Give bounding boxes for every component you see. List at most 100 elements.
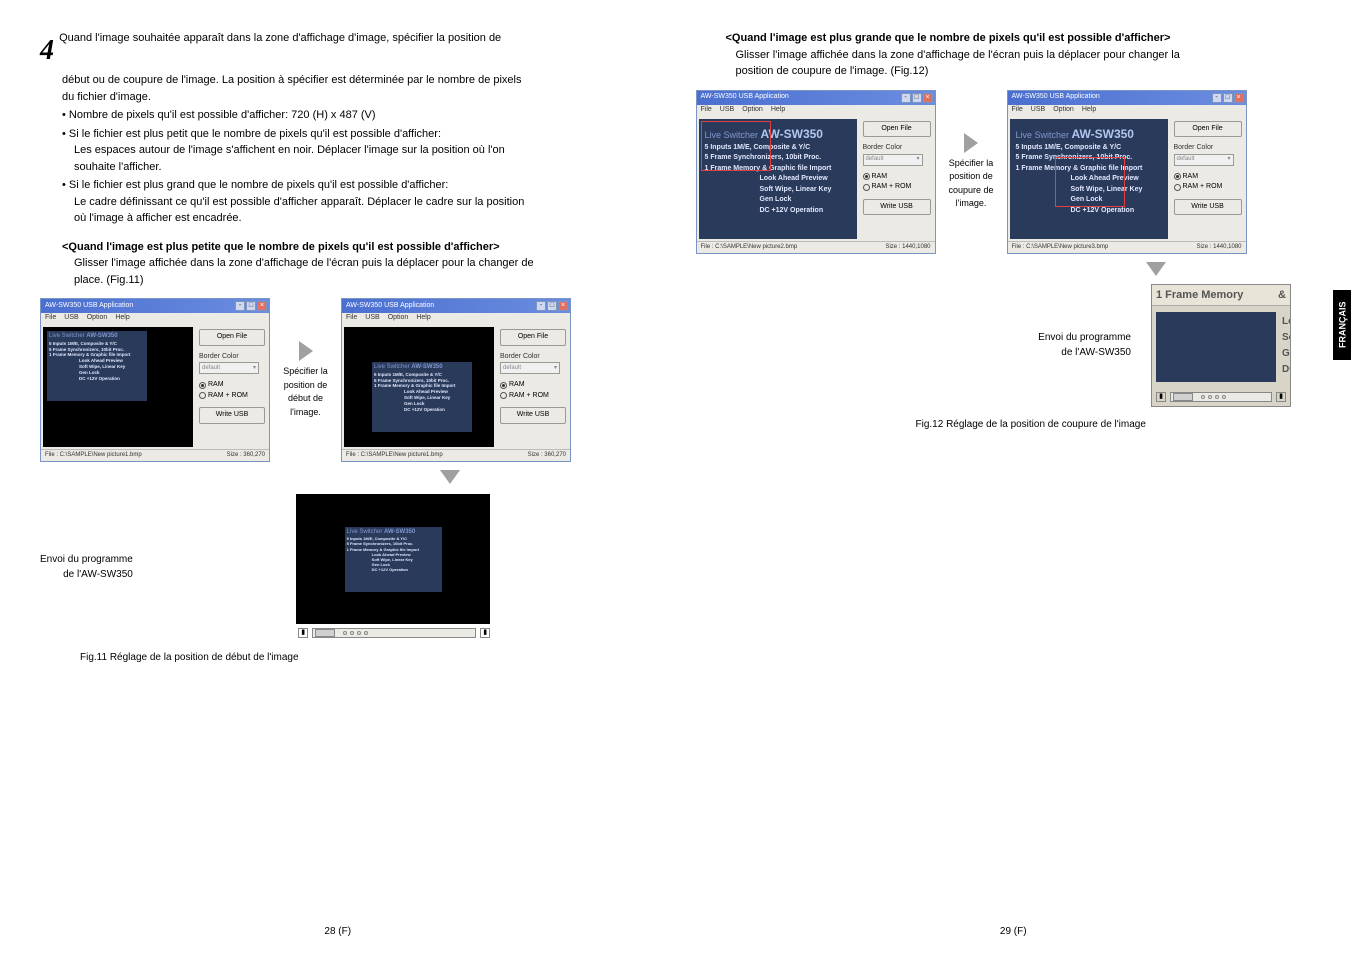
menu-usb[interactable]: USB bbox=[365, 313, 379, 325]
bullet-smaller-l2: souhaite l'afficher. bbox=[74, 159, 636, 176]
case-small-title: <Quand l'image est plus petite que le no… bbox=[62, 239, 636, 256]
h-slider[interactable]: ▮ ▮ bbox=[298, 626, 490, 640]
preview-area[interactable]: Live Switcher AW-SW350 5 Inputs 1M/E, Co… bbox=[699, 119, 857, 239]
slider-left-icon[interactable]: ▮ bbox=[1156, 392, 1166, 402]
menu-file[interactable]: File bbox=[45, 313, 56, 325]
write-usb-button[interactable]: Write USB bbox=[500, 407, 566, 424]
radio-ram[interactable] bbox=[500, 382, 507, 389]
radio-ram[interactable] bbox=[1174, 173, 1181, 180]
radio-ram-rom[interactable] bbox=[1174, 184, 1181, 191]
maximize-icon[interactable]: □ bbox=[547, 301, 557, 311]
arrow-down-wrap bbox=[40, 470, 570, 484]
open-file-button[interactable]: Open File bbox=[863, 121, 931, 138]
slider-left-icon[interactable]: ▮ bbox=[298, 628, 308, 638]
page-number-right: 29 (F) bbox=[676, 924, 1351, 939]
window-body: Live Switcher AW-SW350 5 Inputs 1M/E, Co… bbox=[41, 325, 269, 449]
border-color-select[interactable]: default▾ bbox=[1174, 154, 1234, 166]
menu-option[interactable]: Option bbox=[742, 105, 763, 117]
close-icon[interactable]: × bbox=[558, 301, 568, 311]
promo-l7: DC +12V Operation bbox=[374, 407, 445, 412]
close-icon[interactable]: × bbox=[923, 93, 933, 103]
border-color-select[interactable]: default▾ bbox=[199, 362, 259, 374]
border-color-select[interactable]: default▾ bbox=[500, 362, 560, 374]
close-icon[interactable]: × bbox=[1234, 93, 1244, 103]
slider-right-icon[interactable]: ▮ bbox=[480, 628, 490, 638]
menu-option[interactable]: Option bbox=[87, 313, 108, 325]
menu-help[interactable]: Help bbox=[1082, 105, 1096, 117]
menu-file[interactable]: File bbox=[701, 105, 712, 117]
ramrom-label: RAM + ROM bbox=[1183, 182, 1223, 193]
menu-option[interactable]: Option bbox=[1053, 105, 1074, 117]
loaded-image-moved[interactable]: Live Switcher AW-SW350 5 Inputs 1M/E, Co… bbox=[372, 362, 472, 432]
minimize-icon[interactable]: - bbox=[1212, 93, 1222, 103]
title-bar: AW-SW350 USB Application - □ × bbox=[41, 299, 269, 313]
write-usb-button[interactable]: Write USB bbox=[863, 199, 931, 216]
window-title: AW-SW350 USB Application bbox=[701, 92, 789, 103]
menu-bar: File USB Option Help bbox=[342, 313, 570, 325]
border-color-select[interactable]: default▾ bbox=[863, 154, 923, 166]
menu-option[interactable]: Option bbox=[388, 313, 409, 325]
window-controls: - □ × bbox=[536, 301, 568, 311]
arrow-down-wrap bbox=[716, 262, 1306, 276]
preview-area[interactable]: Live Switcher AW-SW350 5 Inputs 1M/E, Co… bbox=[344, 327, 494, 447]
menu-file[interactable]: File bbox=[346, 313, 357, 325]
open-file-button[interactable]: Open File bbox=[199, 329, 265, 346]
minimize-icon[interactable]: - bbox=[536, 301, 546, 311]
slider-track[interactable] bbox=[312, 628, 476, 638]
write-usb-button[interactable]: Write USB bbox=[199, 407, 265, 424]
page-number-left: 28 (F) bbox=[0, 924, 676, 939]
open-file-button[interactable]: Open File bbox=[500, 329, 566, 346]
side-panel: Open File Border Color default▾ RAM RAM … bbox=[195, 325, 269, 449]
fig12-caption: Fig.12 Réglage de la position de coupure… bbox=[916, 417, 1312, 432]
minimize-icon[interactable]: - bbox=[901, 93, 911, 103]
preview-area[interactable]: Live Switcher AW-SW350 5 Inputs 1M/E, Co… bbox=[43, 327, 193, 447]
crop-frame[interactable] bbox=[701, 121, 771, 171]
open-file-button[interactable]: Open File bbox=[1174, 121, 1242, 138]
app-window-after-large: AW-SW350 USB Application - □ × File USB … bbox=[1007, 90, 1247, 254]
promo-l2: 5 Frame Synchronizers, 10bit Proc. bbox=[374, 378, 449, 383]
menu-usb[interactable]: USB bbox=[720, 105, 734, 117]
menu-help[interactable]: Help bbox=[416, 313, 430, 325]
maximize-icon[interactable]: □ bbox=[912, 93, 922, 103]
menu-file[interactable]: File bbox=[1012, 105, 1023, 117]
side-panel: Open File Border Color default▾ RAM RAM … bbox=[1170, 117, 1246, 241]
step-text-line-1: Quand l'image souhaitée apparaît dans la… bbox=[59, 32, 501, 44]
window-controls: - □ × bbox=[901, 93, 933, 103]
menu-help[interactable]: Help bbox=[115, 313, 129, 325]
minimize-icon[interactable]: - bbox=[235, 301, 245, 311]
ram-label: RAM bbox=[509, 380, 525, 391]
menu-usb[interactable]: USB bbox=[64, 313, 78, 325]
maximize-icon[interactable]: □ bbox=[246, 301, 256, 311]
side-letter-ge: Ge bbox=[1282, 346, 1291, 362]
loaded-image[interactable]: Live Switcher AW-SW350 5 Inputs 1M/E, Co… bbox=[47, 331, 147, 401]
crop-frame-moved[interactable] bbox=[1055, 157, 1125, 207]
preview-area[interactable]: Live Switcher AW-SW350 5 Inputs 1M/E, Co… bbox=[1010, 119, 1168, 239]
maximize-icon[interactable]: □ bbox=[1223, 93, 1233, 103]
slider-thumb[interactable] bbox=[315, 629, 335, 637]
radio-ram[interactable] bbox=[199, 382, 206, 389]
radio-ram[interactable] bbox=[863, 173, 870, 180]
close-icon[interactable]: × bbox=[257, 301, 267, 311]
slider-track[interactable] bbox=[1170, 392, 1272, 402]
menu-help[interactable]: Help bbox=[771, 105, 785, 117]
case-large-title: <Quand l'image est plus grande que le no… bbox=[726, 30, 1312, 47]
promo-l7: DC +12V Operation bbox=[347, 567, 408, 572]
bullet-larger-l2: où l'image à afficher est encadrée. bbox=[74, 210, 636, 227]
radio-ram-rom[interactable] bbox=[500, 392, 507, 399]
write-usb-button[interactable]: Write USB bbox=[1174, 199, 1242, 216]
promo-l1: 5 Inputs 1M/E, Composite & Y/C bbox=[374, 372, 442, 377]
status-size: Size : 360,270 bbox=[227, 451, 265, 460]
radio-ram-rom[interactable] bbox=[199, 392, 206, 399]
slider-thumb[interactable] bbox=[1173, 393, 1193, 401]
radio-ram-rom[interactable] bbox=[863, 184, 870, 191]
menu-usb[interactable]: USB bbox=[1031, 105, 1045, 117]
status-bar: File : C:\SAMPLE\New picture1.bmp Size :… bbox=[342, 449, 570, 461]
slider-right-icon[interactable]: ▮ bbox=[1276, 392, 1286, 402]
ramrom-label: RAM + ROM bbox=[208, 391, 248, 402]
case-large-desc-1: Glisser l'image affichée dans la zone d'… bbox=[736, 47, 1312, 64]
ram-label: RAM bbox=[208, 380, 224, 391]
bullet-smaller-l1: Les espaces autour de l'image s'affichen… bbox=[74, 142, 636, 159]
side-letters: Lo So Ge DC bbox=[1280, 306, 1291, 388]
promo-model: AW-SW350 bbox=[411, 364, 442, 370]
h-slider[interactable]: ▮ ▮ bbox=[1156, 390, 1286, 404]
